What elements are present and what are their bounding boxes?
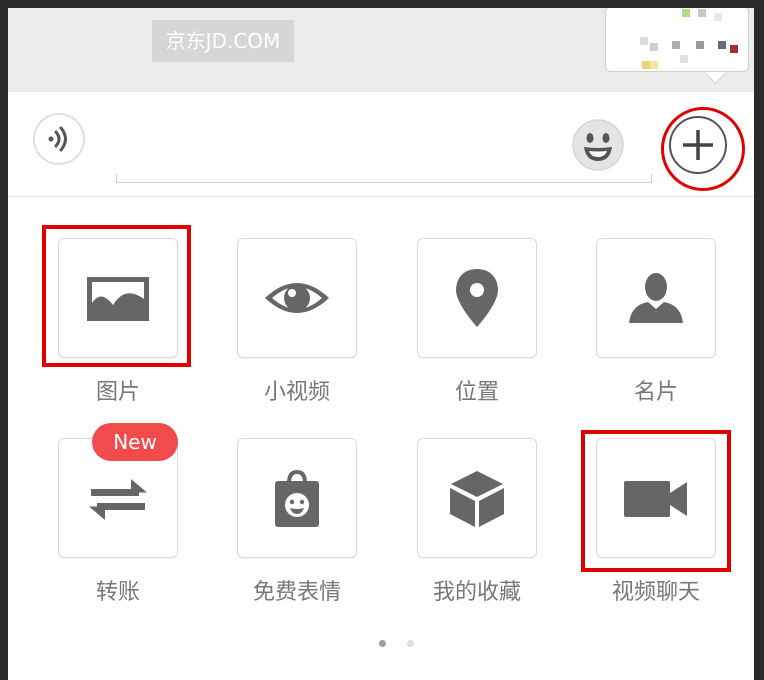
page-indicator-dot <box>407 640 414 647</box>
panel-item-label: 免费表情 <box>252 580 341 605</box>
panel-item-label: 名片 <box>633 380 678 405</box>
panel-item-location[interactable]: 位置 <box>417 238 537 405</box>
panel-item-short-video[interactable]: 小视频 <box>237 238 357 405</box>
panel-item-favorites[interactable]: 我的收藏 <box>417 438 537 605</box>
image-message-thumbnail[interactable] <box>605 8 749 72</box>
eye-icon <box>265 283 329 313</box>
free-stickers-tile[interactable] <box>237 438 357 558</box>
location-tile[interactable] <box>417 238 537 358</box>
image-item-highlight <box>42 225 191 367</box>
panel-item-free-stickers[interactable]: 免费表情 <box>237 438 357 605</box>
plus-button-highlight <box>661 107 745 191</box>
panel-item-label: 小视频 <box>263 380 330 405</box>
panel-item-label: 转账 <box>95 580 140 605</box>
favorites-tile[interactable] <box>417 438 537 558</box>
short-video-tile[interactable] <box>237 238 357 358</box>
panel-item-label: 我的收藏 <box>432 580 521 605</box>
panel-item-contact-card[interactable]: 名片 <box>596 238 716 405</box>
jd-banner-image[interactable]: 京东JD.COM <box>152 20 294 62</box>
transfer-arrows-icon <box>89 479 147 520</box>
location-pin-icon <box>456 269 498 327</box>
voice-wave-icon <box>48 126 67 152</box>
message-text-field[interactable] <box>116 174 652 183</box>
panel-item-label: 视频聊天 <box>611 580 700 605</box>
video-chat-item-highlight <box>581 430 731 572</box>
voice-input-button[interactable] <box>33 113 85 165</box>
emoji-button[interactable] <box>571 118 625 172</box>
person-card-icon <box>629 273 683 323</box>
smiley-icon <box>572 119 624 171</box>
page-indicator-dot-active <box>379 640 386 647</box>
sticker-bag-icon <box>275 469 319 527</box>
panel-item-label: 图片 <box>95 380 140 405</box>
contact-card-tile[interactable] <box>596 238 716 358</box>
cube-icon <box>450 471 504 527</box>
panel-item-label: 位置 <box>454 380 499 405</box>
chat-history-area: 京东JD.COM <box>8 8 754 93</box>
new-badge: New <box>92 423 178 461</box>
